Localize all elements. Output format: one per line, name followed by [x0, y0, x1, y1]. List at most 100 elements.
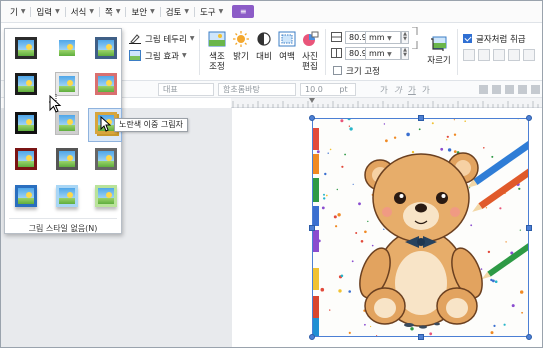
align-center-icon[interactable]	[492, 85, 501, 94]
style-tooltip: 노란색 이중 그림자	[114, 118, 188, 132]
pointer-cursor-icon	[48, 94, 62, 113]
underline-button[interactable]: 가	[408, 84, 416, 96]
font-select[interactable]: 함초롬바탕	[218, 83, 296, 96]
resize-handle-top[interactable]	[418, 115, 424, 121]
lock-size-label: 크기 고정	[346, 66, 380, 77]
picture-style-style-3[interactable]	[95, 37, 117, 59]
height-icon	[331, 48, 342, 58]
size-value: 10.0	[305, 85, 323, 94]
tab-label: ≡	[239, 7, 247, 16]
align-right-icon[interactable]	[505, 85, 514, 94]
picture-style-style-12[interactable]	[95, 148, 117, 170]
menu-item-review[interactable]: 검토 ▼	[161, 3, 194, 21]
no-style-label: 그림 스타일 없음(N)	[28, 224, 98, 233]
color-adjust-button[interactable]: 색조 조정	[204, 31, 230, 72]
crop-button[interactable]: 자르기	[424, 35, 454, 66]
picture-style-style-13[interactable]	[15, 185, 37, 207]
checkbox[interactable]	[333, 66, 342, 75]
resize-handle-bottom[interactable]	[418, 334, 424, 340]
chevron-down-icon: ▼	[387, 51, 392, 58]
align-left-icon[interactable]	[479, 85, 488, 94]
photo-edit-button[interactable]: 사진 편집	[297, 31, 323, 72]
italic-button[interactable]: 가	[394, 84, 402, 96]
picture-style-style-10[interactable]	[15, 148, 37, 170]
menu-label: 도구	[199, 7, 216, 18]
no-picture-style-button[interactable]: 그림 스타일 없음(N)	[5, 223, 121, 234]
lock-size-checkbox[interactable]: 크기 고정	[333, 64, 380, 77]
photo-edit-label: 사진 편집	[302, 52, 318, 72]
picture-style-style-5[interactable]	[56, 73, 78, 95]
align-justify-icon[interactable]	[518, 85, 527, 94]
chevron-down-icon: ▼	[115, 8, 121, 15]
height-unit-select[interactable]: mm ▼	[365, 47, 401, 60]
divider	[199, 29, 200, 75]
menu-label: 쪽	[104, 7, 113, 18]
font-size-input[interactable]: 10.0 pt	[300, 83, 356, 96]
wrap-behind-icon[interactable]	[493, 49, 505, 61]
wrap-more-icon[interactable]	[523, 49, 535, 61]
menu-item-security[interactable]: 보안 ▼	[126, 3, 159, 21]
horizontal-ruler[interactable]	[231, 98, 542, 108]
height-spinner[interactable]: ▲ ▼	[401, 47, 409, 60]
picture-border-button[interactable]: 그림 테두리 ▼	[129, 32, 194, 45]
picture-context-tab[interactable]: ≡	[232, 5, 255, 18]
style-select[interactable]: 대표	[158, 83, 214, 96]
chevron-down-icon: ▼	[189, 35, 195, 42]
chevron-down-icon: ▼	[387, 35, 392, 42]
resize-handle-left[interactable]	[309, 225, 315, 231]
menu-item-format[interactable]: 서식 ▼	[66, 3, 99, 21]
pen-icon	[129, 34, 141, 44]
chevron-down-icon: ▼	[181, 52, 187, 59]
checkbox[interactable]	[463, 34, 472, 43]
resize-handle-bottom-left[interactable]	[309, 334, 315, 340]
picture-border-label: 그림 테두리	[145, 34, 187, 45]
width-unit-select[interactable]: mm ▼	[365, 31, 401, 44]
ruler-ticks	[232, 98, 539, 108]
resize-handle-top-left[interactable]	[309, 115, 315, 121]
wrap-square-icon[interactable]	[463, 49, 475, 61]
menu-item-tools[interactable]: 도구 ▼	[195, 3, 228, 21]
lock-ratio-toggle[interactable]	[411, 26, 418, 49]
wrap-front-icon[interactable]	[508, 49, 520, 61]
divider	[9, 218, 117, 219]
menu-item-insert[interactable]: 입력 ▼	[31, 3, 64, 21]
color-adjust-icon	[208, 31, 226, 47]
picture-effect-label: 그림 효과	[145, 51, 179, 62]
resize-handle-top-right[interactable]	[526, 115, 532, 121]
color-adjust-label: 색조 조정	[209, 52, 225, 72]
picture-effect-icon	[129, 50, 141, 61]
picture-style-style-7[interactable]	[15, 112, 37, 134]
resize-handle-right[interactable]	[526, 225, 532, 231]
menu-item-prev[interactable]: 기 ▼	[5, 3, 30, 21]
picture-style-style-11[interactable]	[56, 148, 78, 170]
align-distribute-icon[interactable]	[531, 85, 540, 94]
picture-effect-button[interactable]: 그림 효과 ▼	[129, 49, 187, 62]
picture-style-style-8[interactable]	[56, 112, 78, 134]
picture-style-style-1[interactable]	[15, 37, 37, 59]
font-color-button[interactable]: 가	[422, 84, 430, 96]
menu-label: 보안	[131, 7, 148, 18]
chevron-down-icon: ▼	[20, 8, 26, 15]
menu-item-page[interactable]: 쪽 ▼	[100, 3, 125, 21]
treat-as-char-checkbox[interactable]: 글자처럼 취급	[463, 32, 526, 45]
treat-as-char-label: 글자처럼 취급	[476, 34, 526, 45]
tooltip-text: 노란색 이중 그림자	[119, 120, 183, 129]
divider	[325, 29, 326, 75]
chevron-down-icon: ▼	[55, 8, 60, 15]
picture-style-style-15[interactable]	[95, 185, 117, 207]
menu-label: 기	[10, 7, 18, 18]
picture-style-style-6[interactable]	[95, 73, 117, 95]
style-value: 대표	[163, 85, 178, 94]
wrap-top-bottom-icon[interactable]	[478, 49, 490, 61]
resize-handle-bottom-right[interactable]	[526, 334, 532, 340]
picture-style-style-4[interactable]	[15, 73, 37, 95]
width-spinner[interactable]: ▲ ▼	[401, 31, 409, 44]
chevron-down-icon: ▼	[218, 8, 224, 15]
sun-icon	[233, 31, 249, 47]
font-value: 함초롬바탕	[223, 85, 260, 94]
picture-style-style-14[interactable]	[56, 185, 78, 207]
chevron-down-icon: ▼	[150, 8, 155, 15]
bold-button[interactable]: 가	[380, 84, 388, 96]
size-unit: pt	[339, 85, 348, 94]
picture-style-style-2[interactable]	[56, 37, 78, 59]
